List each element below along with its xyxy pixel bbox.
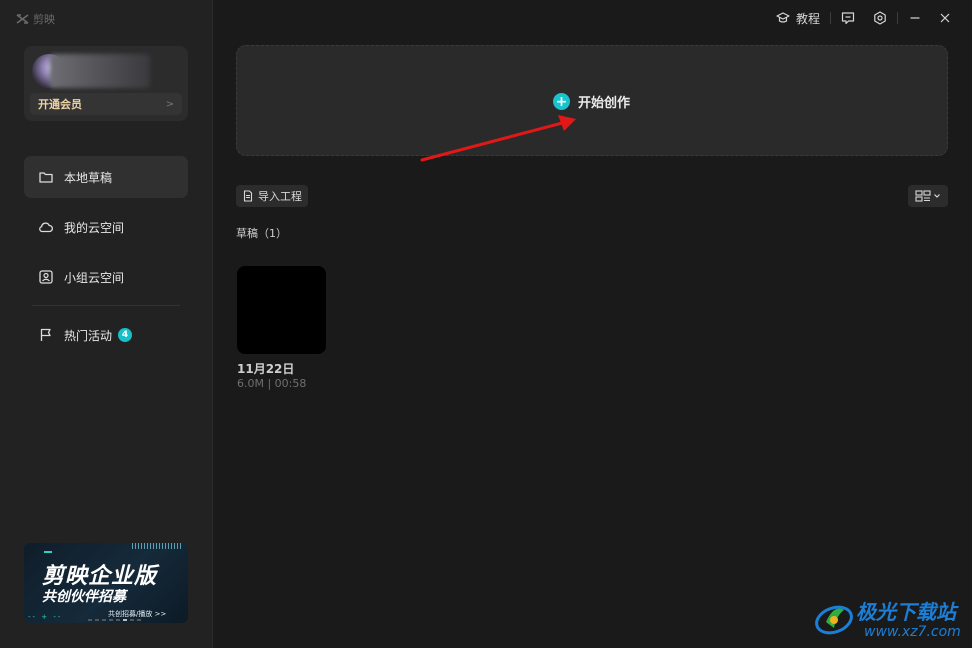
team-cloud-icon: [39, 270, 53, 284]
start-creation-label: 开始创作: [578, 96, 631, 111]
drafts-section-title: 草稿（1）: [236, 227, 287, 240]
import-project-label: 导入工程: [258, 190, 302, 203]
close-icon[interactable]: [938, 11, 952, 25]
separator: [830, 12, 831, 24]
tutorial-label: 教程: [795, 11, 820, 26]
chevron-right-icon: >: [165, 98, 174, 110]
pager-dot[interactable]: [130, 619, 134, 621]
sidebar-divider: [32, 305, 180, 306]
chevron-down-icon: [934, 194, 940, 198]
banner-decoration: [44, 551, 52, 553]
watermark-logo-icon: [815, 605, 853, 635]
start-creation-area[interactable]: + 开始创作: [236, 45, 948, 156]
pager-dot[interactable]: [109, 619, 113, 621]
title-bar: 教程: [776, 0, 952, 36]
pager-dot[interactable]: [137, 619, 141, 621]
document-icon: [243, 190, 253, 202]
app-logo-text: 剪映: [33, 13, 55, 26]
feedback-icon[interactable]: [841, 11, 855, 25]
notification-badge: 4: [118, 328, 133, 342]
vip-button[interactable]: 开通会员 >: [30, 93, 182, 115]
capcut-logo-icon: [16, 14, 29, 24]
settings-icon[interactable]: [873, 11, 887, 25]
graduation-cap-icon: [776, 12, 790, 23]
draft-meta: 6.0M | 00:58: [237, 377, 307, 390]
watermark-text: 极光下载站: [856, 600, 956, 624]
minimize-icon[interactable]: [908, 11, 922, 25]
pager-dot[interactable]: [116, 619, 120, 621]
sidebar-item-hot-events[interactable]: 热门活动 4: [24, 314, 188, 356]
pager-dot[interactable]: [95, 619, 99, 621]
sidebar-item-team-cloud[interactable]: 小组云空间: [24, 256, 188, 298]
banner-cta: 共创招募/播放 >>: [108, 610, 167, 618]
watermark: 极光下载站 www.xz7.com: [812, 594, 962, 644]
vip-label: 开通会员: [38, 98, 82, 111]
pager-dot-active[interactable]: [123, 619, 127, 621]
start-creation-button[interactable]: + 开始创作: [553, 92, 630, 111]
grid-view-icon: [915, 190, 931, 202]
sidebar-item-label: 小组云空间: [64, 270, 125, 285]
sidebar-item-label: 热门活动: [64, 328, 113, 343]
pager-dot[interactable]: [102, 619, 106, 621]
pager-dot[interactable]: [88, 619, 92, 621]
draft-name[interactable]: 11月22日: [237, 360, 294, 377]
folder-icon: [39, 172, 53, 183]
sidebar: 剪映 开通会员 > 本地草稿 我的云空间 小组云空间 热门活动 4 剪映企业版 …: [0, 0, 213, 648]
plus-icon: +: [553, 93, 570, 110]
user-card[interactable]: 开通会员 >: [24, 46, 188, 121]
sidebar-item-label: 我的云空间: [64, 220, 125, 235]
red-arrow-annotation: [420, 115, 576, 162]
sidebar-item-label: 本地草稿: [64, 170, 113, 185]
sidebar-item-local-drafts[interactable]: 本地草稿: [24, 156, 188, 198]
draft-thumbnail[interactable]: [237, 266, 326, 354]
view-mode-toggle[interactable]: [908, 185, 948, 207]
banner-decoration: -- + --: [28, 613, 63, 621]
banner-subtitle: 共创伙伴招募: [42, 589, 126, 605]
cloud-icon: [39, 222, 53, 233]
watermark-url: www.xz7.com: [864, 624, 961, 640]
flag-icon: [40, 328, 51, 341]
app-logo: 剪映: [16, 11, 55, 27]
tutorial-button[interactable]: 教程: [776, 10, 820, 27]
username-blurred: [50, 54, 150, 88]
banner-decoration: [132, 543, 182, 549]
promo-banner[interactable]: 剪映企业版 共创伙伴招募 -- + -- 共创招募/播放 >>: [24, 543, 188, 623]
separator: [897, 12, 898, 24]
import-project-button[interactable]: 导入工程: [236, 185, 308, 207]
banner-pager[interactable]: [88, 619, 141, 621]
sidebar-item-my-cloud[interactable]: 我的云空间: [24, 206, 188, 248]
